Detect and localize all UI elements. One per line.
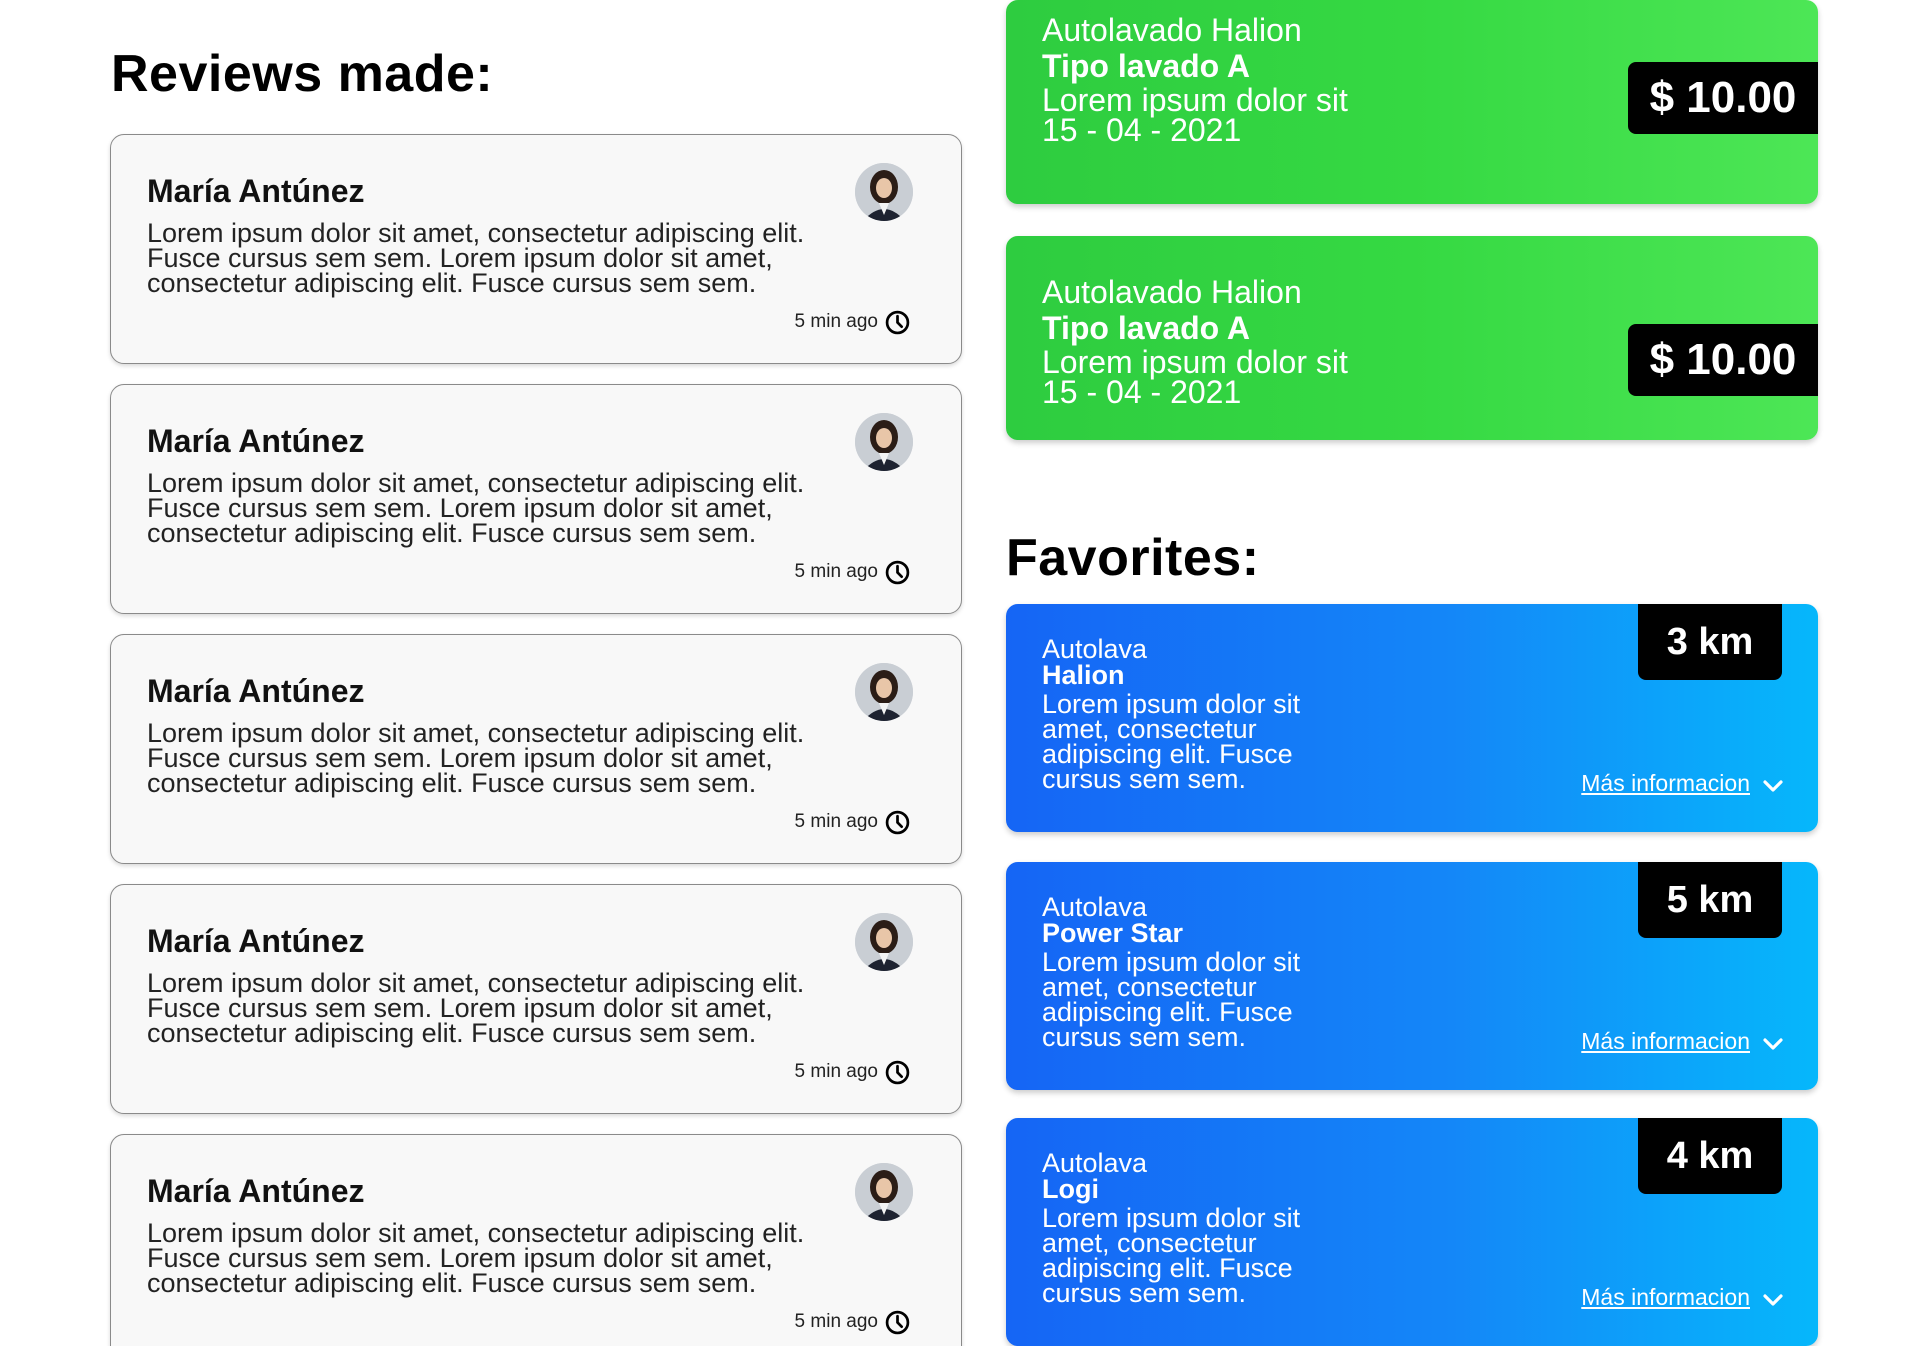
reviews-title: Reviews made: [111,45,494,103]
avatar [855,413,913,471]
review-card[interactable]: María Antúnez Lorem ipsum dolor sit amet… [110,634,962,864]
favorite-card[interactable]: Autolava Halion Lorem ipsum dolor sit am… [1006,604,1818,832]
clock-icon [885,810,910,835]
more-info-link[interactable]: Más informacion [1581,1284,1750,1311]
clock-icon [885,310,910,335]
wash-type: Tipo lavado A [1042,48,1251,84]
avatar [855,663,913,721]
more-info-link[interactable]: Más informacion [1581,770,1750,797]
wash-date: 15 - 04 - 2021 [1042,374,1242,410]
review-time: 5 min ago [794,311,878,332]
chevron-down-icon[interactable] [1761,774,1785,798]
review-time: 5 min ago [794,1311,878,1332]
price-tag: $ 10.00 [1628,324,1818,396]
review-text: Lorem ipsum dolor sit amet, consectetur … [147,968,805,1048]
favorite-desc: Lorem ipsum dolor sit amet, consectetur … [1042,947,1301,1052]
wash-card[interactable]: Autolavado Halion Tipo lavado A Lorem ip… [1006,0,1818,204]
favorite-desc: Lorem ipsum dolor sit amet, consectetur … [1042,689,1301,794]
review-card[interactable]: María Antúnez Lorem ipsum dolor sit amet… [110,884,962,1114]
clock-icon [885,1060,910,1085]
review-time: 5 min ago [794,561,878,582]
favorites-title: Favorites: [1006,529,1260,587]
distance-badge: 5 km [1638,862,1782,938]
review-text: Lorem ipsum dolor sit amet, consectetur … [147,1218,805,1298]
distance-badge: 3 km [1638,604,1782,680]
reviewer-name: María Antúnez [147,423,365,459]
chevron-down-icon[interactable] [1761,1032,1785,1056]
reviewer-name: María Antúnez [147,173,365,209]
avatar [855,1163,913,1221]
review-text: Lorem ipsum dolor sit amet, consectetur … [147,218,805,298]
wash-place: Autolavado Halion [1042,274,1302,310]
favorite-name: Halion [1042,660,1125,690]
wash-card[interactable]: Autolavado Halion Tipo lavado A Lorem ip… [1006,236,1818,440]
review-card[interactable]: María Antúnez Lorem ipsum dolor sit amet… [110,384,962,614]
reviewer-name: María Antúnez [147,923,365,959]
wash-date: 15 - 04 - 2021 [1042,112,1242,148]
favorite-card[interactable]: Autolava Power Star Lorem ipsum dolor si… [1006,862,1818,1090]
more-info-link[interactable]: Más informacion [1581,1028,1750,1055]
favorite-name: Power Star [1042,918,1184,948]
favorite-name: Logi [1042,1174,1099,1204]
review-time: 5 min ago [794,1061,878,1082]
avatar [855,163,913,221]
reviewer-name: María Antúnez [147,673,365,709]
review-card[interactable]: María Antúnez Lorem ipsum dolor sit amet… [110,1134,962,1346]
review-card[interactable]: María Antúnez Lorem ipsum dolor sit amet… [110,134,962,364]
favorite-desc: Lorem ipsum dolor sit amet, consectetur … [1042,1203,1301,1308]
review-text: Lorem ipsum dolor sit amet, consectetur … [147,468,805,548]
reviewer-name: María Antúnez [147,1173,365,1209]
chevron-down-icon[interactable] [1761,1288,1785,1312]
distance-badge: 4 km [1638,1118,1782,1194]
avatar [855,913,913,971]
clock-icon [885,1310,910,1335]
wash-type: Tipo lavado A [1042,310,1251,346]
wash-place: Autolavado Halion [1042,12,1302,48]
clock-icon [885,560,910,585]
favorite-card[interactable]: Autolava Logi Lorem ipsum dolor sit amet… [1006,1118,1818,1346]
review-time: 5 min ago [794,811,878,832]
review-text: Lorem ipsum dolor sit amet, consectetur … [147,718,805,798]
price-tag: $ 10.00 [1628,62,1818,134]
